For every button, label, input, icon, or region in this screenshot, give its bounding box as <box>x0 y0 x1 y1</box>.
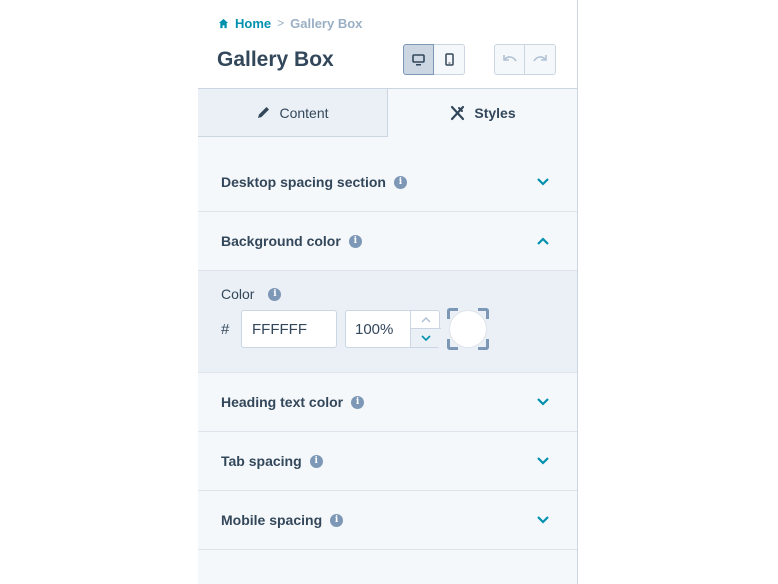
tab-content[interactable]: Content <box>198 89 388 137</box>
section-label: Mobile spacing i <box>221 512 344 528</box>
tab-content-label: Content <box>279 104 329 121</box>
redo-icon <box>533 54 547 61</box>
color-swatch-button[interactable] <box>447 308 489 350</box>
increment-button[interactable] <box>411 310 441 328</box>
section-background-color[interactable]: Background color i <box>198 212 577 271</box>
desktop-view-button[interactable] <box>403 44 434 75</box>
home-icon <box>218 18 229 28</box>
chevron-up-icon[interactable] <box>536 236 550 246</box>
styles-icon <box>451 105 465 120</box>
swatch-corner <box>478 339 489 350</box>
opacity-field <box>345 310 441 348</box>
info-icon[interactable]: i <box>393 175 407 189</box>
undo-button[interactable] <box>494 44 525 75</box>
color-label-text: Color <box>221 286 255 302</box>
swatch-corner <box>447 308 458 319</box>
chevron-down-icon[interactable] <box>536 177 550 187</box>
breadcrumb-separator: > <box>277 16 285 30</box>
section-title: Desktop spacing section <box>221 174 386 190</box>
section-label: Heading text color i <box>221 394 365 410</box>
breadcrumb-home-label: Home <box>235 15 272 31</box>
info-icon[interactable]: i <box>330 513 344 527</box>
chevron-down-icon <box>421 334 431 341</box>
swatch-corner <box>478 308 489 319</box>
chevron-down-icon[interactable] <box>536 515 550 525</box>
info-icon[interactable]: i <box>348 234 362 248</box>
swatch-corner <box>447 339 458 350</box>
mobile-icon <box>444 53 454 66</box>
chevron-down-icon[interactable] <box>536 397 550 407</box>
desktop-icon <box>412 53 425 65</box>
hex-color-input[interactable] <box>241 310 337 348</box>
background-color-controls: Color i # <box>198 271 577 373</box>
chevron-down-icon[interactable] <box>536 456 550 466</box>
section-desktop-spacing[interactable]: Desktop spacing section i <box>198 153 577 212</box>
page-title: Gallery Box <box>217 48 334 71</box>
section-tab-spacing[interactable]: Tab spacing i <box>198 432 577 491</box>
tab-styles[interactable]: Styles <box>388 89 577 137</box>
color-field-label: Color i <box>221 286 282 302</box>
opacity-input[interactable] <box>346 311 410 347</box>
section-title: Heading text color <box>221 394 344 410</box>
editor-tabs: Content Styles <box>198 88 577 138</box>
history-controls <box>494 44 556 76</box>
breadcrumb: Home > Gallery Box <box>218 15 362 31</box>
info-icon[interactable]: i <box>309 454 323 468</box>
opacity-stepper <box>410 310 441 348</box>
style-editor-panel: Home > Gallery Box Gallery Box Content S… <box>198 0 578 584</box>
breadcrumb-current: Gallery Box <box>290 15 363 31</box>
hex-prefix: # <box>221 321 230 338</box>
info-icon[interactable]: i <box>268 287 282 301</box>
chevron-up-icon <box>421 316 431 323</box>
section-mobile-spacing[interactable]: Mobile spacing i <box>198 491 577 550</box>
section-title: Mobile spacing <box>221 512 323 528</box>
device-view-toggle <box>403 44 465 76</box>
section-label: Tab spacing i <box>221 453 323 469</box>
section-title: Background color <box>221 233 341 249</box>
breadcrumb-home-link[interactable]: Home <box>218 16 271 31</box>
tab-styles-label: Styles <box>474 105 516 121</box>
info-icon[interactable]: i <box>351 395 365 409</box>
decrement-button[interactable] <box>411 328 441 347</box>
undo-icon <box>502 54 517 61</box>
section-heading-text-color[interactable]: Heading text color i <box>198 373 577 432</box>
redo-button[interactable] <box>525 44 556 75</box>
section-title: Tab spacing <box>221 453 302 469</box>
panel-header: Home > Gallery Box Gallery Box <box>198 0 577 88</box>
section-label: Background color i <box>221 233 362 249</box>
pencil-icon <box>258 107 270 118</box>
mobile-view-button[interactable] <box>434 44 465 75</box>
section-label: Desktop spacing section i <box>221 174 407 190</box>
